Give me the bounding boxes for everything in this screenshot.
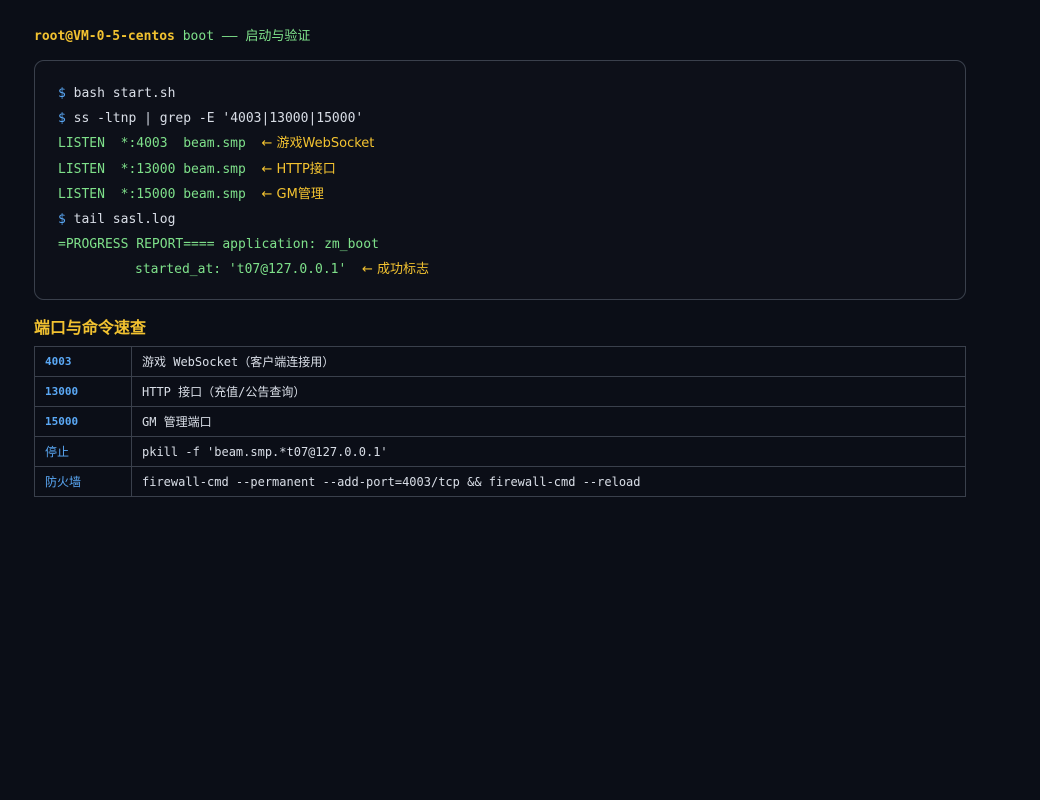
table-row: 防火墙 firewall-cmd --permanent --add-port=… [34, 466, 966, 497]
terminal-line-output: LISTEN *:4003 beam.smp ← 游戏WebSocket [58, 131, 965, 156]
window-title: root@VM-0-5-centos boot —— 启动与验证 [34, 28, 310, 46]
prompt-symbol: $ [58, 111, 66, 127]
command-text: bash start.sh [65, 86, 176, 101]
page: root@VM-0-5-centos boot —— 启动与验证 $ bash … [0, 0, 1040, 800]
terminal-line-output: started_at: 't07@127.0.0.1' ← 成功标志 [58, 257, 965, 282]
row-value: GM 管理端口 [131, 406, 966, 437]
prompt-symbol: $ [58, 211, 66, 227]
output-text: LISTEN *:4003 beam.smp [58, 136, 262, 152]
section-title: 端口与命令速查 [34, 318, 147, 337]
output-text: LISTEN *:13000 beam.smp [58, 161, 262, 177]
row-key: 防火墙 [34, 466, 132, 497]
terminal-line-command: $ tail sasl.log [58, 207, 965, 232]
table-row: 4003 游戏 WebSocket（客户端连接用） [34, 346, 966, 377]
output-text: LISTEN *:15000 beam.smp [58, 186, 262, 202]
row-value: pkill -f 'beam.smp.*t07@127.0.0.1' [131, 436, 966, 467]
terminal-line-output: LISTEN *:15000 beam.smp ← GM管理 [58, 182, 965, 207]
annotation-note: ← 成功标志 [361, 262, 430, 278]
terminal-line-output: =PROGRESS REPORT==== application: zm_boo… [58, 232, 965, 257]
annotation-note: ← GM管理 [261, 186, 324, 202]
annotation-note: ← HTTP接口 [261, 161, 336, 177]
table-row: 13000 HTTP 接口（充值/公告查询） [34, 376, 966, 407]
command-text: tail sasl.log [65, 211, 176, 227]
output-text: =PROGRESS REPORT==== application: zm_boo… [58, 237, 379, 253]
table-row: 15000 GM 管理端口 [34, 406, 966, 437]
command-text: ss -ltnp | grep -E '4003|13000|15000' [65, 111, 364, 127]
row-value: firewall-cmd --permanent --add-port=4003… [131, 466, 966, 497]
annotation-note: ← 游戏WebSocket [261, 136, 375, 152]
user-host: root@VM-0-5-centos [34, 29, 175, 44]
table-row: 停止 pkill -f 'beam.smp.*t07@127.0.0.1' [34, 436, 966, 467]
row-value: HTTP 接口（充值/公告查询） [131, 376, 966, 407]
row-key: 13000 [34, 376, 132, 407]
row-key: 4003 [34, 346, 132, 377]
title-text: boot —— 启动与验证 [174, 29, 311, 44]
reference-table: 4003 游戏 WebSocket（客户端连接用） 13000 HTTP 接口（… [34, 346, 966, 497]
terminal-line-command: $ ss -ltnp | grep -E '4003|13000|15000' [58, 106, 965, 131]
terminal-line-command: $ bash start.sh [58, 81, 965, 106]
row-key: 15000 [34, 406, 132, 437]
row-value: 游戏 WebSocket（客户端连接用） [131, 346, 966, 377]
prompt-symbol: $ [58, 86, 66, 101]
output-text: started_at: 't07@127.0.0.1' [135, 262, 362, 278]
terminal-line-output: LISTEN *:13000 beam.smp ← HTTP接口 [58, 157, 965, 182]
terminal-output[interactable]: $ bash start.sh $ ss -ltnp | grep -E '40… [34, 60, 966, 300]
row-key: 停止 [34, 436, 132, 467]
